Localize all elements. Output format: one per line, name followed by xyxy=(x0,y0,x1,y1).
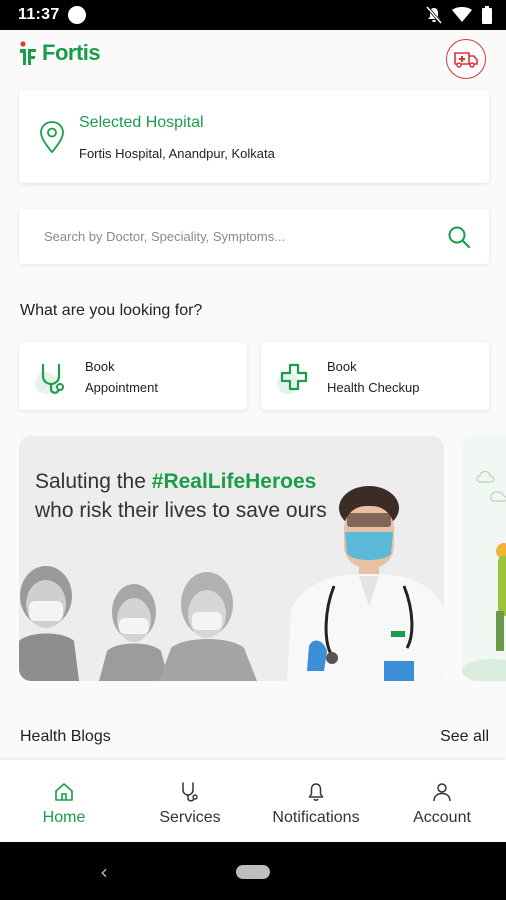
android-navigation-bar: ‹ xyxy=(0,842,506,900)
nav-account-label: Account xyxy=(413,809,471,826)
action-line1: Book xyxy=(85,359,115,374)
search-icon[interactable] xyxy=(447,225,471,249)
nav-home[interactable]: Home xyxy=(1,760,127,842)
battery-icon xyxy=(482,6,492,24)
action-line2: Health Checkup xyxy=(327,380,420,395)
action-icon xyxy=(35,362,71,398)
nav-services-label: Services xyxy=(159,809,221,826)
back-chevron-icon[interactable]: ‹ xyxy=(100,860,108,884)
action-line2: Appointment xyxy=(85,380,158,395)
notifications-off-icon xyxy=(426,6,442,24)
fortis-logo-icon xyxy=(20,41,36,65)
nav-account[interactable]: Account xyxy=(379,760,505,842)
banner-peek-illustration xyxy=(462,436,506,681)
search-bar[interactable]: Search by Doctor, Speciality, Symptoms..… xyxy=(19,209,489,264)
banner-heading: Saluting the #RealLifeHeroes xyxy=(35,470,316,494)
person-icon xyxy=(433,783,451,802)
status-time: 11:37 xyxy=(18,6,60,23)
notification-dot-icon xyxy=(68,6,86,24)
banner-prefix: Saluting the xyxy=(35,470,152,493)
status-bar: 11:37 xyxy=(0,0,506,30)
book-health-checkup-card[interactable]: Book Health Checkup xyxy=(261,342,489,410)
selected-hospital-name: Fortis Hospital, Anandpur, Kolkata xyxy=(79,146,275,161)
stethoscope-icon xyxy=(41,363,64,394)
next-banner-peek[interactable] xyxy=(462,436,506,681)
medical-cross-icon xyxy=(280,363,308,391)
logo-text: Fortis xyxy=(42,40,101,65)
search-input[interactable]: Search by Doctor, Speciality, Symptoms..… xyxy=(44,229,285,244)
ambulance-icon xyxy=(454,52,478,68)
location-pin-icon xyxy=(40,121,64,154)
action-icon xyxy=(277,362,313,398)
stethoscope-icon xyxy=(182,782,198,802)
nav-notifications-label: Notifications xyxy=(272,809,360,826)
bell-icon xyxy=(308,783,324,801)
real-life-heroes-banner[interactable]: Saluting the #RealLifeHeroes who risk th… xyxy=(19,436,444,681)
banner-subheading: who risk their lives to save ours xyxy=(35,499,327,522)
health-blogs-title: Health Blogs xyxy=(20,728,111,745)
selected-hospital-card[interactable]: Selected Hospital Fortis Hospital, Anand… xyxy=(19,90,489,183)
banner-hashtag: #RealLifeHeroes xyxy=(151,470,317,493)
home-pill-icon[interactable] xyxy=(236,865,270,879)
book-appointment-card[interactable]: Book Appointment xyxy=(19,342,247,410)
home-icon xyxy=(55,783,73,801)
bottom-navigation: Home Services Notifications Account xyxy=(0,760,506,842)
nav-services[interactable]: Services xyxy=(127,760,253,842)
fortis-logo[interactable]: Fortis xyxy=(18,40,101,66)
nav-notifications[interactable]: Notifications xyxy=(253,760,379,842)
nav-home-label: Home xyxy=(42,809,86,826)
app-header: Fortis xyxy=(0,30,506,88)
wifi-icon xyxy=(452,7,472,22)
selected-hospital-label: Selected Hospital xyxy=(79,114,204,131)
see-all-link[interactable]: See all xyxy=(440,728,489,746)
status-icons xyxy=(426,6,492,24)
emergency-ambulance-button[interactable] xyxy=(446,39,486,79)
section-title: What are you looking for? xyxy=(20,302,203,319)
action-line1: Book xyxy=(327,359,357,374)
